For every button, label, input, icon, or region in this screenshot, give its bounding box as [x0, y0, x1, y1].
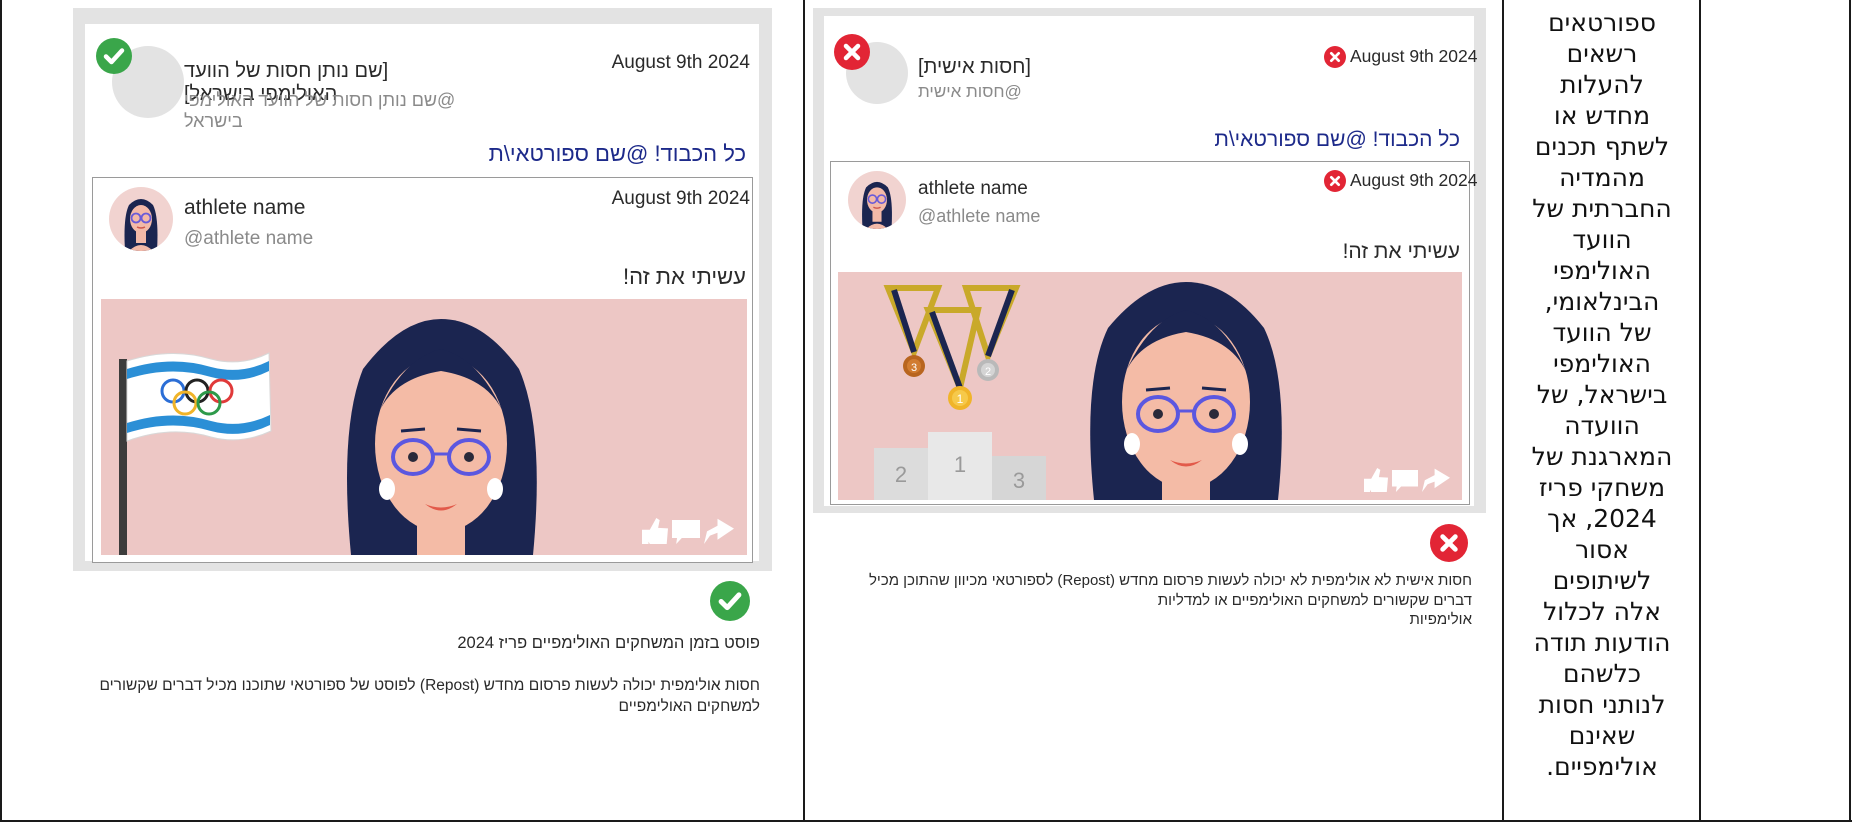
rule-line: המארגנת של — [1531, 442, 1673, 471]
x-icon — [834, 34, 870, 70]
rule-line: החברתית של — [1532, 194, 1672, 223]
rule-line: מחדש או — [1553, 101, 1651, 130]
x-icon — [1324, 46, 1346, 68]
rule-line: רשאים — [1566, 39, 1638, 68]
check-icon — [96, 38, 132, 74]
rule-line: אלה לכלול — [1543, 597, 1661, 626]
like-icon[interactable] — [642, 518, 668, 544]
svg-text:3: 3 — [911, 362, 917, 374]
share-icon[interactable] — [704, 518, 734, 544]
svg-text:1: 1 — [957, 392, 964, 406]
rule-description: ספורטאים רשאים להעלות מחדש או לשתף תכנים… — [1508, 7, 1696, 782]
table-border-col2 — [1502, 0, 1504, 822]
athlete-post-text: עשיתי את זה! — [1342, 240, 1460, 263]
svg-text:2: 2 — [895, 462, 907, 487]
rule-line: להעלות — [1560, 70, 1644, 99]
rule-line: ספורטאים — [1548, 8, 1656, 37]
rule-line: הודעות תודה — [1533, 628, 1671, 657]
sponsor-handle: @שם נותן חסות של הוועד האולימפי בישראל — [184, 90, 456, 131]
check-icon — [710, 581, 750, 621]
rule-line: של הוועד — [1552, 318, 1652, 347]
post-message: כל הכבוד! @שם ספורטאי\ת — [1214, 128, 1460, 151]
comment-icon[interactable] — [672, 520, 700, 544]
rule-line: אסור — [1575, 535, 1629, 564]
athlete-avatar — [848, 171, 906, 229]
forbidden-caption-line1: חסות אישית לא אולימפית לא יכולה לעשות פר… — [868, 572, 1472, 589]
table-border-right — [1849, 0, 1851, 822]
athlete-handle: @athlete name — [918, 206, 1041, 226]
forbidden-caption-line2: דברים שקשורים למשחקים האולימפיים או למדל… — [1157, 592, 1472, 628]
rule-line: 2024, אך — [1547, 504, 1657, 533]
athlete-post-date: August 9th 2024 — [1350, 170, 1478, 190]
post-date: August 9th 2024 — [1350, 46, 1478, 66]
rule-line: הוועדה — [1564, 411, 1640, 440]
athlete-name: athlete name — [184, 196, 306, 219]
like-icon[interactable] — [1364, 468, 1388, 492]
rule-line: מהמדיה — [1559, 163, 1645, 192]
rule-line: הבינלאומי, — [1544, 287, 1660, 316]
reaction-bar — [642, 516, 734, 544]
athlete-post-text: עשיתי את זה! — [622, 264, 746, 289]
table-border-col3 — [1699, 0, 1701, 822]
share-icon[interactable] — [1422, 468, 1450, 492]
athlete-handle: @athlete name — [184, 228, 314, 249]
svg-text:3: 3 — [1013, 468, 1025, 493]
sponsor-name: [חסות אישית] — [918, 56, 1031, 78]
rule-line: לשתף תכנים — [1534, 132, 1670, 161]
rule-line: האולימפי — [1553, 349, 1651, 378]
table-border-left — [0, 0, 2, 822]
rule-line: לנותני חסות — [1538, 690, 1666, 719]
rule-line: משחקי פריז — [1538, 473, 1666, 502]
rule-line: בישראל, של — [1536, 380, 1668, 409]
rule-line: אולימפיים. — [1546, 752, 1658, 781]
athlete-post-date: August 9th 2024 — [611, 188, 750, 209]
allowed-caption-line1: חסות אולימפית יכולה לעשות פרסום מחדש (Re… — [99, 677, 760, 694]
table-border-col1 — [803, 0, 805, 822]
post-date: August 9th 2024 — [611, 52, 750, 73]
rule-line: כלשהם — [1562, 659, 1642, 688]
comment-icon[interactable] — [1392, 470, 1418, 492]
rule-line: האולימפי — [1553, 256, 1651, 285]
podium-icon: 2 1 3 — [874, 432, 1046, 500]
post-message: כל הכבוד! @שם ספורטאי\ת — [488, 141, 746, 166]
allowed-caption-title: פוסט בזמן המשחקים האולימפיים פריז 2024 — [457, 634, 760, 652]
athlete-avatar — [109, 187, 173, 251]
rule-line: שאינם — [1568, 721, 1636, 750]
svg-text:2: 2 — [985, 366, 991, 378]
sponsor-handle: @חסות אישית — [918, 82, 1022, 101]
svg-text:1: 1 — [954, 452, 966, 477]
rule-line: לשיתופים — [1552, 566, 1652, 595]
rule-line: הוועד — [1572, 225, 1632, 254]
athlete-name: athlete name — [918, 178, 1028, 199]
x-icon — [1324, 170, 1346, 192]
reaction-bar — [1364, 466, 1450, 492]
allowed-caption-line2: למשחקים האולימפיים — [618, 698, 760, 715]
x-icon — [1430, 524, 1468, 562]
